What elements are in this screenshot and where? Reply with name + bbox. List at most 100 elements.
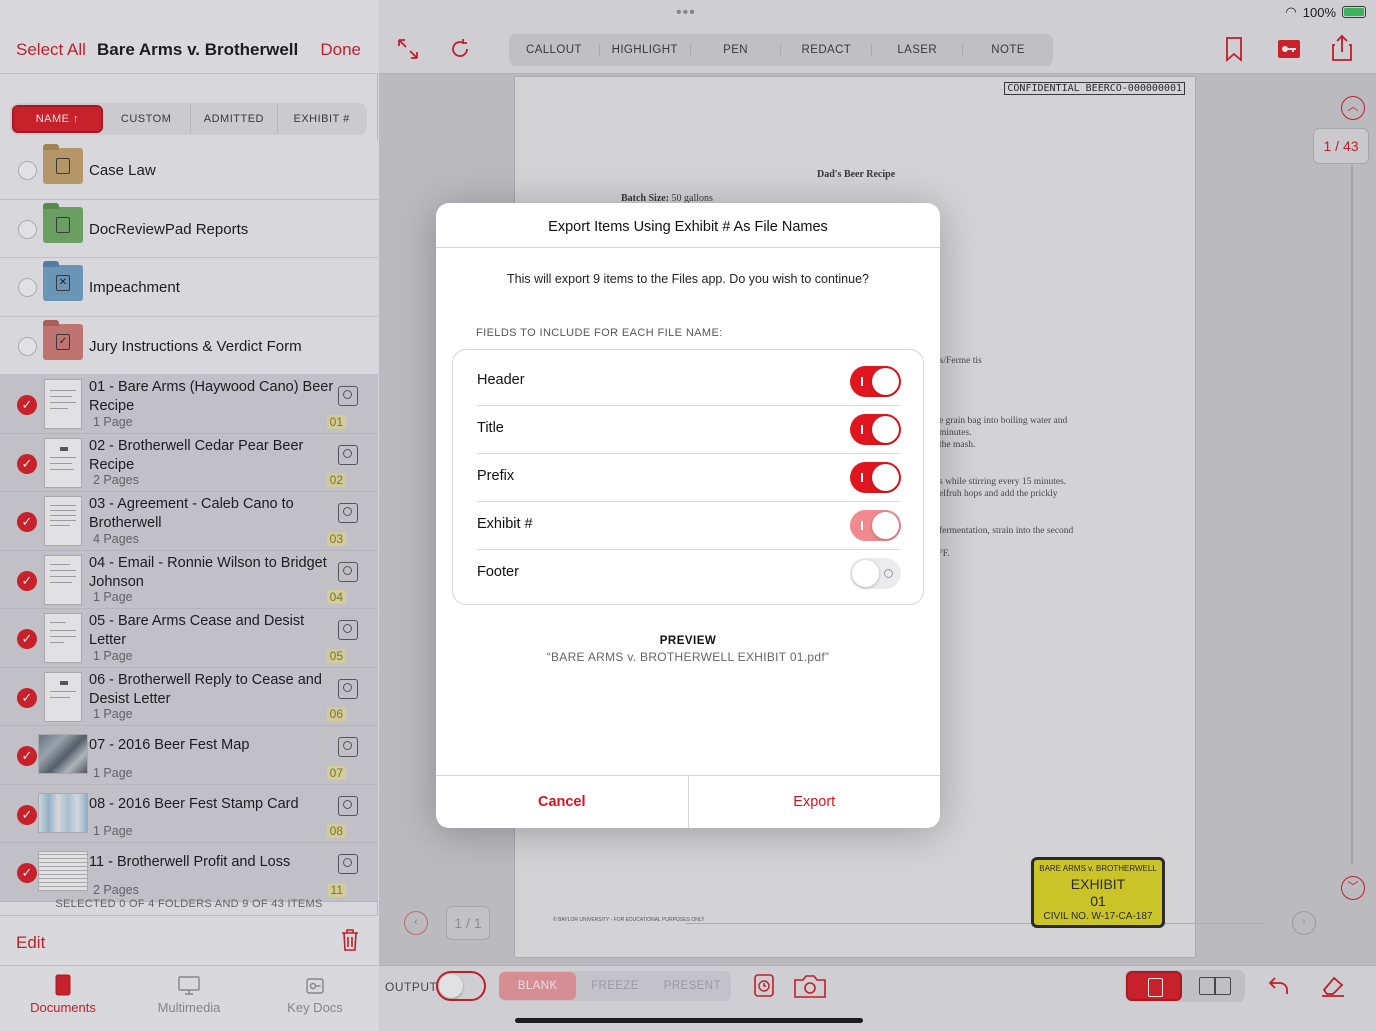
page-count: 1 Page (93, 414, 133, 429)
exhibit-badge: 04 (326, 590, 346, 604)
rotate-icon[interactable] (449, 38, 471, 60)
selected-check-icon[interactable]: ✓ (17, 746, 37, 766)
key-doc-icon[interactable] (1276, 36, 1302, 62)
selected-check-icon[interactable]: ✓ (17, 629, 37, 649)
folder-row-case-law[interactable]: Case Law (0, 141, 378, 200)
page-count: 1 Page (93, 648, 133, 663)
tool-callout[interactable]: CALLOUT (509, 44, 600, 56)
two-page-icon[interactable] (1199, 977, 1231, 995)
expand-icon[interactable] (397, 38, 419, 60)
selected-check-icon[interactable]: ✓ (17, 863, 37, 883)
sort-tab-name[interactable]: NAME ↑ (12, 105, 103, 133)
multitasking-dots-icon[interactable]: ••• (676, 4, 696, 22)
field-row-header: Header (477, 358, 901, 406)
selected-check-icon[interactable]: ✓ (17, 804, 37, 825)
document-title: 04 - Email - Ronnie Wilson to Bridget Jo… (89, 554, 327, 590)
export-dialog: Export Items Using Exhibit # As File Nam… (436, 203, 940, 828)
select-radio[interactable] (18, 219, 37, 239)
prev-page-icon[interactable]: ‹ (404, 911, 428, 935)
preview-icon[interactable] (338, 620, 358, 640)
selected-check-icon[interactable]: ✓ (17, 512, 37, 532)
selected-check-icon[interactable]: ✓ (17, 570, 37, 591)
present-button[interactable]: PRESENT (654, 972, 731, 1000)
document-row[interactable]: ✓ 07 - 2016 Beer Fest Map 1 Page 07 (0, 726, 378, 785)
preview-icon[interactable] (338, 795, 358, 816)
page-scrollbar[interactable] (1351, 165, 1353, 865)
done-button[interactable]: Done (320, 40, 361, 60)
title-toggle[interactable] (850, 414, 901, 445)
document-row[interactable]: ✓ 05 - Bare Arms Cease and Desist Letter… (0, 609, 378, 668)
tab-key-docs[interactable]: Key Docs (252, 966, 378, 1031)
output-toggle[interactable] (436, 971, 486, 1001)
selected-check-icon[interactable]: ✓ (17, 395, 37, 415)
page-down-icon[interactable]: ﹀ (1341, 876, 1365, 900)
preview-icon[interactable] (338, 503, 358, 523)
document-list: Case Law DocReviewPad Reports ✕ Impeachm… (0, 141, 378, 902)
header-toggle[interactable] (850, 366, 901, 397)
selection-status: SELECTED 0 OF 4 FOLDERS AND 9 OF 43 ITEM… (55, 898, 323, 910)
select-radio[interactable] (18, 336, 37, 356)
document-row[interactable]: ✓ 02 - Brotherwell Cedar Pear Beer Recip… (0, 433, 378, 492)
page-up-icon[interactable]: ︿ (1341, 96, 1365, 120)
preview-icon[interactable] (338, 737, 358, 757)
home-indicator[interactable] (515, 1018, 863, 1023)
document-title: 03 - Agreement - Caleb Cano to Brotherwe… (89, 496, 294, 531)
document-heading: Dad's Beer Recipe (817, 169, 896, 180)
page-scrubber-line (685, 923, 1265, 924)
select-radio[interactable] (18, 161, 37, 180)
page-counter[interactable]: 1 / 43 (1313, 128, 1369, 164)
preview-icon[interactable] (338, 678, 358, 699)
select-radio[interactable] (18, 278, 37, 297)
folder-icon: ✓ (43, 319, 83, 360)
folder-row-jury-instructions[interactable]: ✓ Jury Instructions & Verdict Form (0, 316, 378, 375)
sort-tab-exhibit[interactable]: EXHIBIT # (278, 105, 365, 133)
selected-check-icon[interactable]: ✓ (17, 687, 37, 708)
camera-icon[interactable] (793, 973, 827, 999)
folder-row-impeachment[interactable]: ✕ Impeachment (0, 258, 378, 317)
local-page-counter[interactable]: 1 / 1 (446, 906, 490, 940)
next-page-icon[interactable]: › (1292, 911, 1316, 935)
select-all-button[interactable]: Select All (16, 40, 86, 60)
eraser-icon[interactable] (1320, 974, 1346, 998)
preview-icon[interactable] (338, 561, 358, 582)
tab-multimedia[interactable]: Multimedia (126, 966, 252, 1031)
tab-label: Key Docs (287, 1000, 343, 1015)
tool-highlight[interactable]: HIGHLIGHT (600, 44, 691, 56)
folder-row-reports[interactable]: DocReviewPad Reports (0, 199, 378, 258)
preview-icon[interactable] (338, 444, 358, 465)
document-row[interactable]: ✓ 04 - Email - Ronnie Wilson to Bridget … (0, 550, 378, 609)
cancel-button[interactable]: Cancel (436, 776, 689, 828)
share-icon[interactable] (1331, 34, 1353, 62)
document-row[interactable]: ✓ 08 - 2016 Beer Fest Stamp Card 1 Page … (0, 784, 378, 843)
edit-button[interactable]: Edit (16, 933, 45, 953)
timer-icon[interactable] (753, 972, 775, 998)
file-name-fields: Header Title Prefix Exhibit # Footer (452, 349, 924, 605)
undo-icon[interactable] (1267, 974, 1291, 998)
document-title: 02 - Brotherwell Cedar Pear Beer Recipe (89, 437, 304, 473)
sort-tab-admitted[interactable]: ADMITTED (191, 105, 279, 133)
document-row[interactable]: ✓ 06 - Brotherwell Reply to Cease and De… (0, 667, 378, 726)
document-row[interactable]: ✓ 11 - Brotherwell Profit and Loss 2 Pag… (0, 843, 378, 902)
single-page-icon[interactable] (1126, 971, 1182, 1001)
document-row[interactable]: ✓ 03 - Agreement - Caleb Cano to Brother… (0, 492, 378, 551)
page-count: 2 Pages (93, 473, 139, 487)
exhibit-badge: 06 (326, 707, 346, 721)
field-label: Footer (477, 564, 519, 580)
preview-icon[interactable] (338, 386, 358, 406)
prefix-toggle[interactable] (850, 462, 901, 493)
bookmark-icon[interactable] (1225, 36, 1243, 62)
sort-tab-custom[interactable]: CUSTOM (103, 105, 191, 133)
export-button[interactable]: Export (689, 776, 941, 828)
freeze-button[interactable]: FREEZE (576, 972, 653, 1000)
tool-pen[interactable]: PEN (691, 44, 782, 56)
selected-check-icon[interactable]: ✓ (17, 453, 37, 474)
blank-button[interactable]: BLANK (499, 972, 577, 1000)
tab-documents[interactable]: Documents (0, 966, 126, 1031)
tool-redact[interactable]: REDACT (781, 44, 873, 56)
trash-icon[interactable] (340, 928, 360, 952)
tool-laser[interactable]: LASER (872, 44, 964, 56)
tool-note[interactable]: NOTE (963, 44, 1053, 56)
footer-toggle[interactable] (850, 558, 901, 589)
document-row[interactable]: ✓ 01 - Bare Arms (Haywood Cano) Beer Rec… (0, 375, 378, 434)
preview-icon[interactable] (338, 854, 358, 874)
